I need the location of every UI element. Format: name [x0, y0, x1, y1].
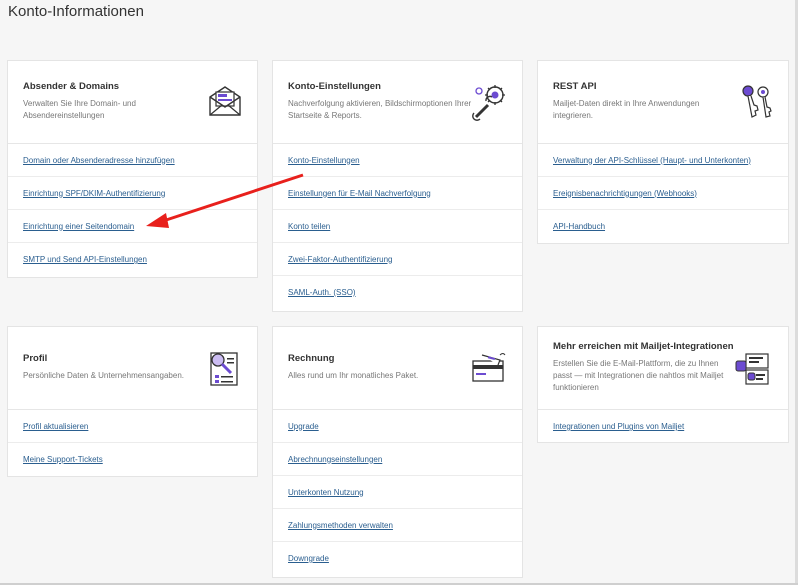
arrow-head [146, 213, 169, 228]
annotation-arrow [146, 173, 304, 228]
arrow-shaft [159, 173, 304, 224]
